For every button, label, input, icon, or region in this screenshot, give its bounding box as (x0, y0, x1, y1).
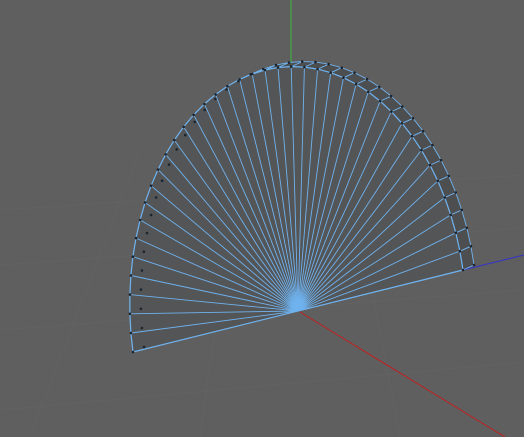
mesh-vertex (131, 350, 135, 354)
mesh-vertex (389, 94, 393, 98)
mesh-vertex (303, 65, 306, 69)
mesh-vertex (410, 134, 414, 138)
3d-viewport[interactable] (0, 0, 524, 437)
mesh-vertex (472, 263, 476, 267)
mesh-vertex (439, 158, 443, 162)
mesh-vertex (289, 65, 293, 68)
mesh-vertex (454, 191, 458, 194)
mesh-vertex (139, 288, 143, 291)
mesh-vertex (400, 122, 404, 125)
mesh-vertex (154, 196, 158, 199)
mesh-vertex (443, 196, 447, 199)
mesh-vertex (214, 93, 217, 96)
mesh-vertex (226, 84, 229, 88)
mesh-vertex (192, 113, 195, 117)
mesh-vertex (458, 249, 462, 253)
mesh-vertex (465, 226, 469, 230)
mesh-vertex (436, 179, 440, 183)
mesh-vertex (193, 120, 196, 124)
mesh-vertex (129, 331, 133, 335)
mesh-vertex (129, 274, 133, 277)
mesh-vertex (447, 174, 451, 178)
mesh-vertex (340, 66, 344, 69)
mesh-vertex (143, 201, 147, 204)
mesh-vertex (287, 61, 291, 64)
mesh-vertex (149, 213, 153, 217)
mesh-vertex (261, 67, 265, 71)
mesh-vertex (128, 312, 132, 316)
mesh-vertex (134, 236, 138, 240)
mesh-vertex (149, 184, 153, 187)
mesh-vertex (378, 85, 381, 89)
mesh-vertex (411, 117, 415, 120)
mesh-vertex (184, 133, 187, 137)
mesh-vertex (276, 66, 280, 69)
mesh-vertex (140, 269, 144, 272)
mesh-vertex (203, 102, 206, 106)
mesh-vertex (354, 82, 358, 86)
mesh-vertex (449, 213, 453, 217)
mesh-vertex (454, 231, 458, 235)
mesh-vertex (428, 163, 432, 167)
mesh-vertex (214, 97, 217, 101)
mesh-vertex (329, 71, 333, 74)
mesh-vertex (421, 129, 425, 133)
viewport-canvas[interactable] (0, 0, 524, 437)
mesh-vertex (469, 244, 473, 248)
mesh-vertex (300, 60, 304, 63)
mesh-vertex (142, 250, 146, 253)
mesh-vertex (237, 79, 240, 83)
mesh-vertex (131, 255, 135, 258)
mesh-vertex (460, 208, 464, 212)
mesh-vertex (175, 148, 178, 151)
mesh-vertex (420, 148, 423, 152)
mesh-vertex (128, 293, 132, 296)
mesh-vertex (156, 168, 160, 171)
mesh-vertex (274, 63, 278, 67)
mesh-vertex (367, 90, 370, 94)
mesh-vertex (461, 268, 465, 272)
mesh-vertex (203, 108, 206, 112)
mesh-vertex (390, 110, 393, 113)
mesh-vertex (353, 71, 356, 74)
mesh-vertex (378, 99, 382, 103)
mesh-vertex (140, 326, 144, 330)
mesh-vertex (142, 345, 146, 349)
mesh-vertex (401, 105, 404, 108)
mesh-vertex (314, 60, 317, 64)
mesh-vertex (365, 77, 369, 81)
mesh-vertex (249, 73, 252, 76)
mesh-vertex (138, 218, 142, 222)
mesh-vertex (327, 62, 330, 66)
mesh-vertex (342, 76, 345, 79)
mesh-vertex (164, 153, 167, 156)
mesh-vertex (225, 88, 228, 91)
mesh-vertex (173, 138, 176, 142)
mesh-vertex (160, 179, 164, 182)
mesh-vertex (431, 143, 434, 147)
mesh-vertex (182, 125, 185, 129)
mesh-vertex (316, 67, 319, 71)
mesh-vertex (167, 163, 171, 166)
mesh-vertex (139, 307, 143, 311)
mesh-vertex (145, 231, 149, 235)
